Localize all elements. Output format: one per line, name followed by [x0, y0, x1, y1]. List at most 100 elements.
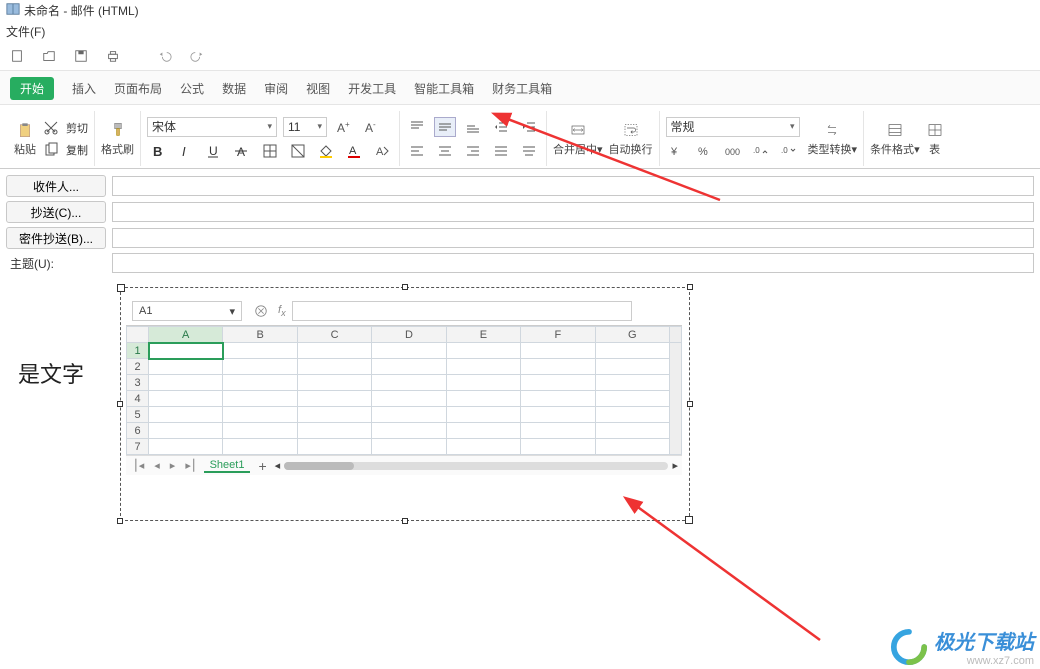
sheet-nav-last-icon[interactable]: ▸⎮ [182, 459, 199, 472]
col-header-A[interactable]: A [149, 327, 223, 343]
table-icon [926, 121, 944, 139]
number-format-select[interactable]: 常规▾ [666, 117, 800, 137]
table-style-button[interactable]: 表 [926, 121, 944, 157]
dec-decimal-icon[interactable]: .0 [778, 141, 800, 161]
row-header-2[interactable]: 2 [127, 359, 149, 375]
sheet-nav-prev-icon[interactable]: ◂ [151, 459, 163, 472]
hscroll-right-icon[interactable]: ▸ [672, 459, 678, 472]
cell-style-icon[interactable] [287, 141, 309, 161]
cc-input[interactable] [112, 202, 1034, 222]
align-center-icon[interactable] [434, 141, 456, 161]
add-sheet-button[interactable]: + [254, 458, 270, 474]
row-header-1[interactable]: 1 [127, 343, 149, 359]
percent-icon[interactable]: % [694, 141, 716, 161]
col-header-F[interactable]: F [521, 327, 595, 343]
tab-data[interactable]: 数据 [222, 80, 246, 97]
format-painter-button[interactable]: 格式刷 [101, 121, 134, 157]
copy-icon [42, 141, 60, 159]
tab-view[interactable]: 视图 [306, 80, 330, 97]
currency-icon[interactable]: ¥ [666, 141, 688, 161]
inc-decimal-icon[interactable]: .0 [750, 141, 772, 161]
align-distribute-icon[interactable] [518, 141, 540, 161]
borders-icon[interactable] [259, 141, 281, 161]
col-header-E[interactable]: E [446, 327, 520, 343]
col-header-B[interactable]: B [223, 327, 297, 343]
ribbon-tabs: 开始 插入 页面布局 公式 数据 审阅 视图 开发工具 智能工具箱 财务工具箱 [0, 71, 1040, 105]
strike-icon[interactable]: A [231, 141, 253, 161]
to-button[interactable]: 收件人... [6, 175, 106, 197]
underline-icon[interactable]: U [203, 141, 225, 161]
type-convert-button[interactable]: 类型转换▾ [808, 121, 858, 157]
sheet-nav-first-icon[interactable]: ⎮◂ [130, 459, 147, 472]
sheet-tab-1[interactable]: Sheet1 [204, 459, 251, 473]
print-icon[interactable] [102, 46, 124, 66]
align-right-icon[interactable] [462, 141, 484, 161]
row-header-6[interactable]: 6 [127, 423, 149, 439]
tab-review[interactable]: 审阅 [264, 80, 288, 97]
wrap-text-button[interactable]: 自动换行 [609, 121, 653, 157]
row-header-7[interactable]: 7 [127, 439, 149, 455]
tab-formula[interactable]: 公式 [180, 80, 204, 97]
save-icon[interactable] [70, 46, 92, 66]
row-header-3[interactable]: 3 [127, 375, 149, 391]
tab-fintools[interactable]: 财务工具箱 [492, 80, 552, 97]
paste-button[interactable]: 粘贴 [14, 121, 36, 157]
mail-body[interactable]: 是文字 A1▾ fx A B C D E [0, 283, 1040, 623]
bcc-button[interactable]: 密件抄送(B)... [6, 227, 106, 249]
open-icon[interactable] [38, 46, 60, 66]
select-all-corner[interactable] [127, 327, 149, 343]
name-box[interactable]: A1▾ [132, 301, 242, 321]
row-header-5[interactable]: 5 [127, 407, 149, 423]
cond-format-button[interactable]: 条件格式▾ [870, 121, 920, 157]
indent-increase-icon[interactable] [518, 117, 540, 137]
embedded-spreadsheet[interactable]: A1▾ fx A B C D E F G [126, 295, 682, 515]
tab-start[interactable]: 开始 [10, 77, 54, 100]
shrink-font-icon[interactable]: A- [361, 117, 383, 137]
font-color-icon[interactable]: A [343, 141, 365, 161]
clear-format-icon[interactable]: A [371, 141, 393, 161]
tab-layout[interactable]: 页面布局 [114, 80, 162, 97]
wrap-icon [622, 121, 640, 139]
indent-decrease-icon[interactable] [490, 117, 512, 137]
cut-button[interactable]: 剪切 [42, 119, 88, 137]
hscroll-left-icon[interactable]: ◂ [275, 459, 281, 472]
align-left-icon[interactable] [406, 141, 428, 161]
row-header-4[interactable]: 4 [127, 391, 149, 407]
align-middle-icon[interactable] [434, 117, 456, 137]
grow-font-icon[interactable]: A+ [333, 117, 355, 137]
hscroll[interactable]: ◂ ▸ [275, 459, 678, 472]
tab-insert[interactable]: 插入 [72, 80, 96, 97]
tab-devtools[interactable]: 开发工具 [348, 80, 396, 97]
font-size-select[interactable]: 11▾ [283, 117, 327, 137]
undo-icon[interactable] [154, 46, 176, 66]
new-icon[interactable] [6, 46, 28, 66]
vscroll[interactable] [670, 343, 682, 455]
menu-file[interactable]: 文件(F) [6, 25, 45, 39]
sheet-nav-next-icon[interactable]: ▸ [167, 459, 179, 472]
subject-input[interactable] [112, 253, 1034, 273]
col-header-G[interactable]: G [595, 327, 669, 343]
align-justify-icon[interactable] [490, 141, 512, 161]
redo-icon[interactable] [186, 46, 208, 66]
copy-button[interactable]: 复制 [42, 141, 88, 159]
to-input[interactable] [112, 176, 1034, 196]
fill-color-icon[interactable] [315, 141, 337, 161]
tab-smarttools[interactable]: 智能工具箱 [414, 80, 474, 97]
formula-bar[interactable] [292, 301, 632, 321]
italic-icon[interactable]: I [175, 141, 197, 161]
align-top-icon[interactable] [406, 117, 428, 137]
sheet-grid[interactable]: A B C D E F G 1 2 3 4 5 6 7 [126, 325, 682, 455]
group-alignment [400, 111, 547, 166]
merge-center-button[interactable]: 合并居中▾ [553, 121, 603, 157]
cc-button[interactable]: 抄送(C)... [6, 201, 106, 223]
comma-icon[interactable]: 000 [722, 141, 744, 161]
cell-A1[interactable] [149, 343, 223, 359]
font-name-select[interactable]: 宋体▾ [147, 117, 277, 137]
cancel-formula-icon[interactable] [250, 301, 272, 321]
col-header-C[interactable]: C [297, 327, 371, 343]
col-header-D[interactable]: D [372, 327, 446, 343]
bcc-input[interactable] [112, 228, 1034, 248]
align-bottom-icon[interactable] [462, 117, 484, 137]
bold-icon[interactable]: B [147, 141, 169, 161]
brand-name: 极光下载站 [934, 626, 1034, 655]
